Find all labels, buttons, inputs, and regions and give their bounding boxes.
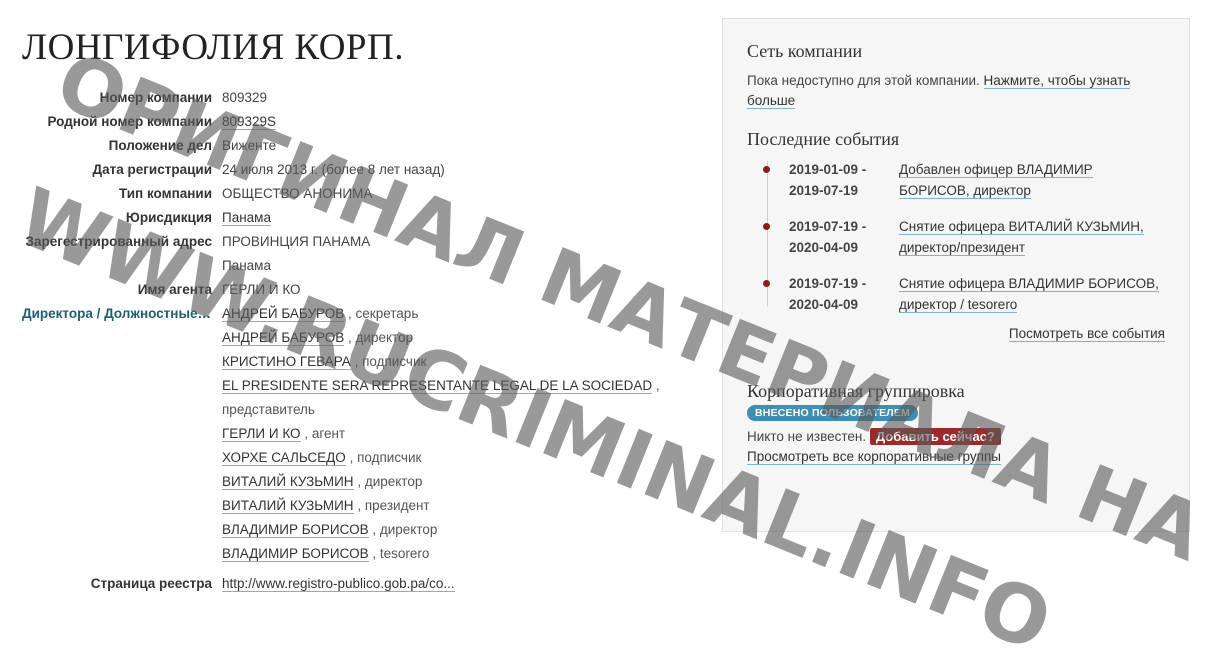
officer-link[interactable]: АНДРЕЙ БАБУРОВ xyxy=(222,330,345,346)
officer-item: ВЛАДИМИР БОРИСОВ , tesorero xyxy=(222,546,430,562)
officer-link[interactable]: ВЛАДИМИР БОРИСОВ xyxy=(222,546,369,562)
row-registry: Страница реестра http://www.registro-pub… xyxy=(0,572,700,596)
network-text: Пока недоступно для этой компании. Нажми… xyxy=(747,73,1131,109)
row-agent: Имя агента ГЕРЛИ И КО xyxy=(0,278,700,302)
event-link[interactable]: Снятие офицера ВИТАЛИЙ КУЗЬМИН, директор… xyxy=(899,219,1144,256)
officer-link[interactable]: EL PRESIDENTE SERA REPRESENTANTE LEGAL D… xyxy=(222,378,653,394)
all-events-link[interactable]: Посмотреть все события xyxy=(1008,326,1165,342)
row-incorporation: Дата регистрации 24 июля 2013 г. (более … xyxy=(0,158,700,182)
jurisdiction-link[interactable]: Панама xyxy=(222,210,271,226)
registry-link[interactable]: http://www.registro-publico.gob.pa/co... xyxy=(222,576,455,592)
label-type: Тип компании xyxy=(119,186,212,201)
grouping-status: Никто не известен. Добавить сейчас? xyxy=(747,427,1165,447)
officer-link[interactable]: ХОРХЕ САЛЬСЕДО xyxy=(222,450,346,466)
value-agent: ГЕРЛИ И КО xyxy=(222,282,301,297)
event-link[interactable]: Снятие офицера ВЛАДИМИР БОРИСОВ, директо… xyxy=(899,276,1159,313)
row-address: Зарегестрированный адрес ПРОВИНЦИЯ ПАНАМ… xyxy=(0,230,700,278)
value-status: Виженте xyxy=(222,138,277,153)
event-item: 2019-01-09 -2019-07-19 Добавлен офицер В… xyxy=(763,159,1165,201)
company-details: Номер компании 809329 Родной номер компа… xyxy=(0,86,700,596)
officer-item: ГЕРЛИ И КО , агент xyxy=(222,426,346,442)
native-number-link[interactable]: 809329S xyxy=(222,114,277,130)
officer-link[interactable]: ГЕРЛИ И КО xyxy=(222,426,301,442)
events-title: Последние события xyxy=(747,129,900,149)
timeline-dot-icon xyxy=(763,223,770,230)
officer-item: КРИСТИНО ГЕВАРА , подписчик xyxy=(222,354,427,370)
grouping-title: Корпоративная группировка xyxy=(747,381,965,401)
row-type: Тип компании ОБЩЕСТВО АНОНИМА xyxy=(0,182,700,206)
events-list: 2019-01-09 -2019-07-19 Добавлен офицер В… xyxy=(747,159,1165,315)
row-native-number: Родной номер компании 809329S xyxy=(0,110,700,134)
officer-link[interactable]: АНДРЕЙ БАБУРОВ xyxy=(222,306,345,322)
page-title: ЛОНГИФОЛИЯ КОРП. xyxy=(22,27,404,68)
event-link[interactable]: Добавлен офицер ВЛАДИМИР БОРИСОВ, директ… xyxy=(899,162,1093,199)
row-jurisdiction: Юрисдикция Панама xyxy=(0,206,700,230)
event-date: 2019-07-19 -2020-04-09 xyxy=(789,276,867,312)
officer-item: АНДРЕЙ БАБУРОВ , секретарь xyxy=(222,306,419,322)
address-line-1: ПРОВИНЦИЯ ПАНАМА xyxy=(222,234,371,249)
officer-link[interactable]: ВЛАДИМИР БОРИСОВ xyxy=(222,522,369,538)
officer-item: EL PRESIDENTE SERA REPRESENTANTE LEGAL D… xyxy=(222,378,660,394)
timeline-dot-icon xyxy=(763,280,770,287)
officer-link[interactable]: КРИСТИНО ГЕВАРА xyxy=(222,354,351,370)
officer-link[interactable]: ВИТАЛИЙ КУЗЬМИН xyxy=(222,474,354,490)
sidebar-panel: Сеть компании Пока недоступно для этой к… xyxy=(722,18,1190,532)
officer-item: ВИТАЛИЙ КУЗЬМИН , президент xyxy=(222,498,430,514)
event-item: 2019-07-19 -2020-04-09 Снятие офицера ВИ… xyxy=(763,216,1165,258)
officers-label-link[interactable]: Директора / Должностные ... xyxy=(0,302,222,566)
event-date: 2019-07-19 -2020-04-09 xyxy=(789,219,867,255)
label-address: Зарегестрированный адрес xyxy=(25,234,212,249)
label-company-number: Номер компании xyxy=(99,90,212,105)
label-registry: Страница реестра xyxy=(90,576,212,591)
add-grouping-button[interactable]: Добавить сейчас? xyxy=(869,428,1001,445)
event-item: 2019-07-19 -2020-04-09 Снятие офицера ВЛ… xyxy=(763,273,1165,315)
officer-item: ВИТАЛИЙ КУЗЬМИН , директор xyxy=(222,474,423,490)
address-line-2: Панама xyxy=(222,258,271,273)
officer-item: ХОРХЕ САЛЬСЕДО , подписчик xyxy=(222,450,422,466)
label-native-number: Родной номер компании xyxy=(47,114,212,129)
label-incorporation: Дата регистрации xyxy=(92,162,212,177)
label-status: Положение дел xyxy=(108,138,212,153)
network-title: Сеть компании xyxy=(747,41,863,61)
officer-link[interactable]: ВИТАЛИЙ КУЗЬМИН xyxy=(222,498,354,514)
officer-item: ВЛАДИМИР БОРИСОВ , директор xyxy=(222,522,438,538)
user-contributed-badge: ВНЕСЕНО ПОЛЬЗОВАТЕЛЕМ xyxy=(747,405,918,421)
officer-item: АНДРЕЙ БАБУРОВ , директор xyxy=(222,330,414,346)
row-officers: Директора / Должностные ... АНДРЕЙ БАБУР… xyxy=(0,302,700,566)
value-type: ОБЩЕСТВО АНОНИМА xyxy=(222,186,373,201)
value-incorporation: 24 июля 2013 г. (более 8 лет назад) xyxy=(222,162,445,177)
row-status: Положение дел Виженте xyxy=(0,134,700,158)
timeline-dot-icon xyxy=(763,166,770,173)
value-company-number: 809329 xyxy=(222,90,268,105)
label-jurisdiction: Юрисдикция xyxy=(125,210,212,225)
event-date: 2019-01-09 -2019-07-19 xyxy=(789,162,867,198)
label-agent: Имя агента xyxy=(137,282,212,297)
officer-role-line2: представитель xyxy=(222,402,315,417)
row-company-number: Номер компании 809329 xyxy=(0,86,700,110)
all-groupings-link[interactable]: Просмотреть все корпоративные группы xyxy=(747,449,1001,465)
